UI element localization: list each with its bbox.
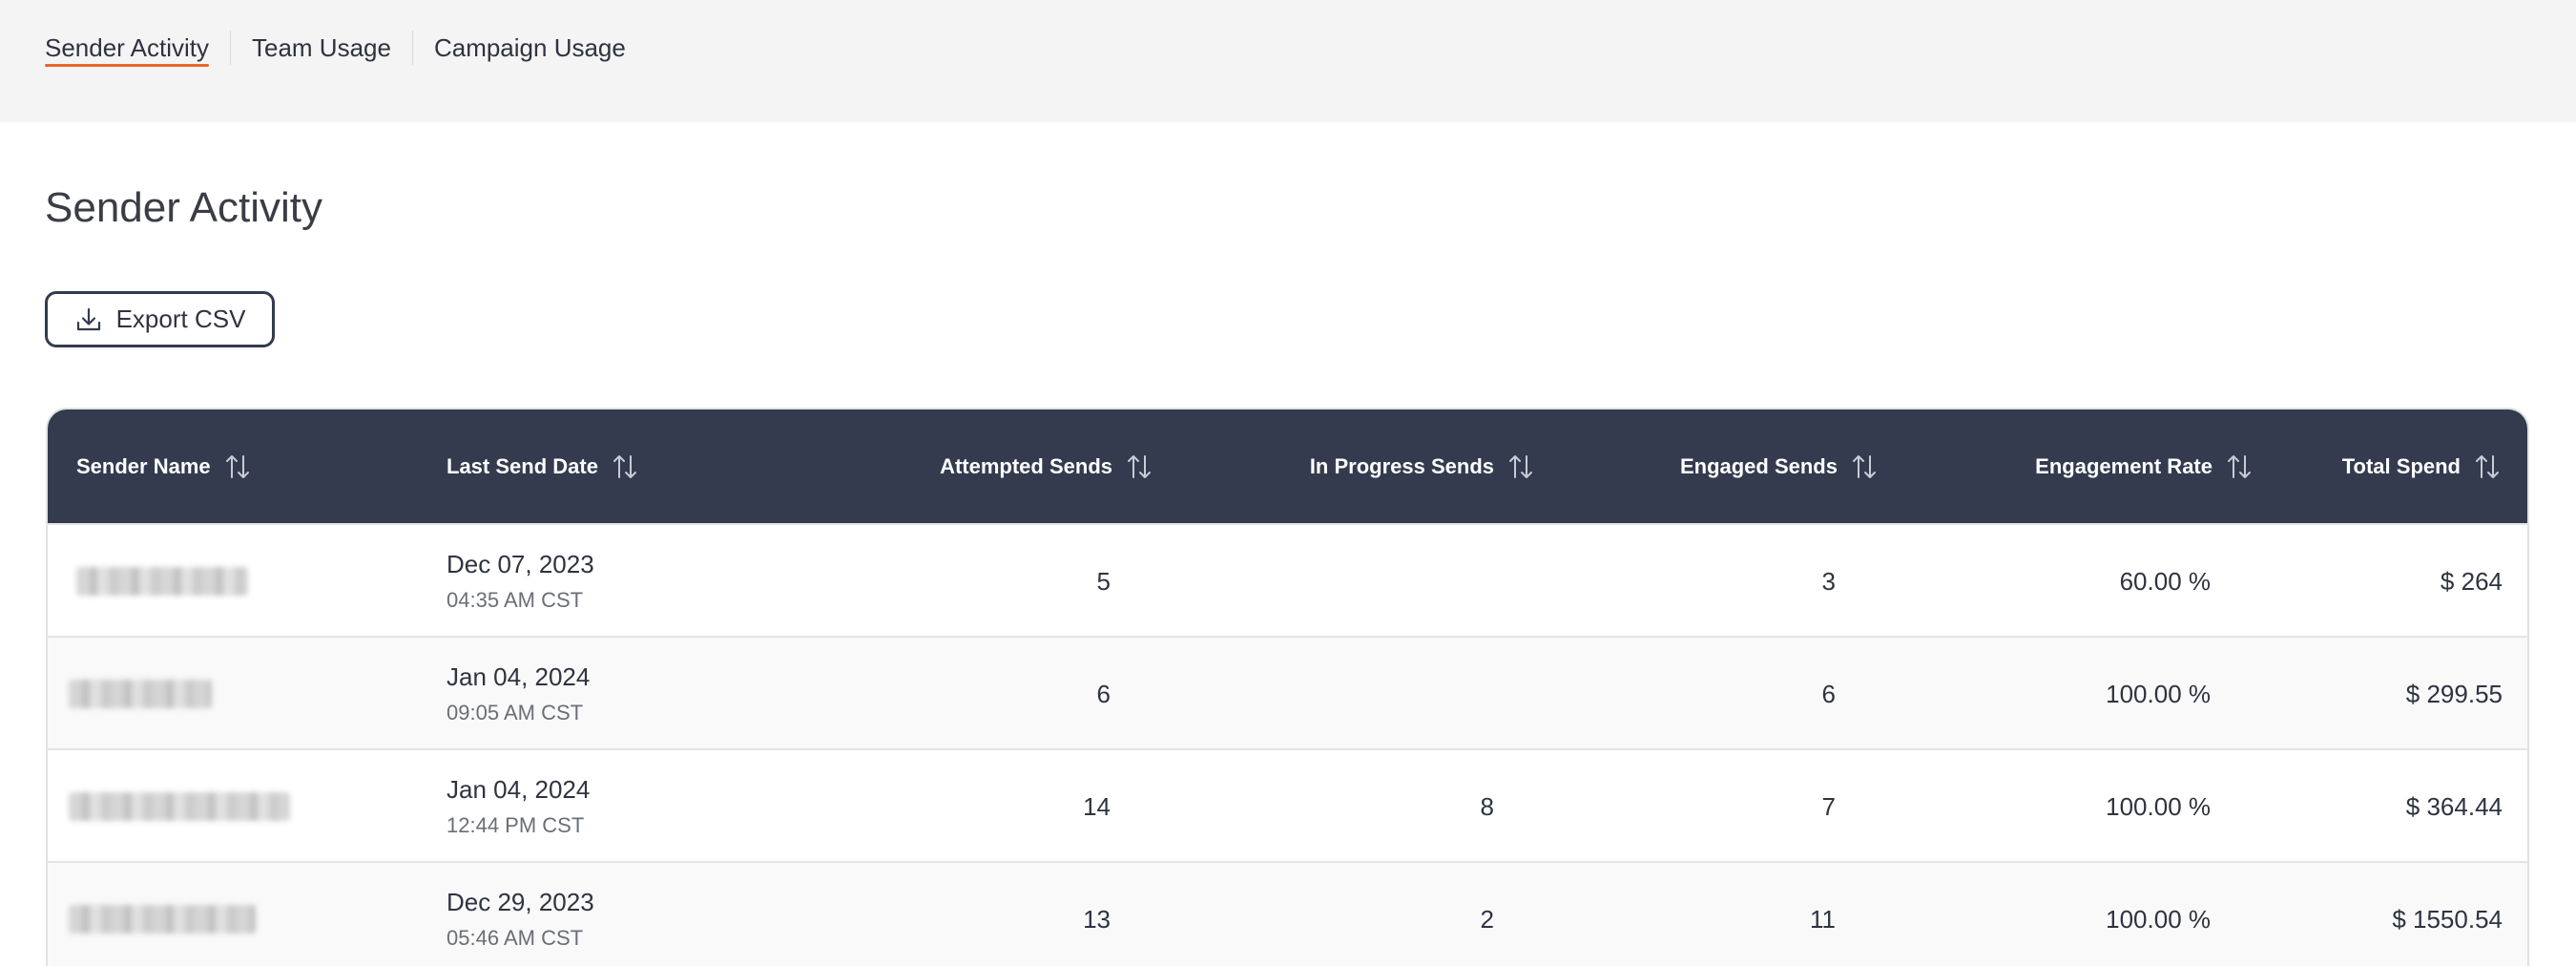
tab-divider xyxy=(229,31,231,65)
engaged-sends-cell: 6 xyxy=(1821,679,1836,708)
column-header-label: Sender Name xyxy=(76,453,211,478)
sort-arrows-icon xyxy=(225,454,249,478)
column-header-total-spend[interactable]: Total Spend xyxy=(2254,410,2503,523)
column-header-attempted-sends[interactable]: Attempted Sends xyxy=(792,410,1154,523)
send-date: Dec 29, 2023 xyxy=(447,888,594,916)
sender-activity-table: Sender Name Last Send Date Attempted Sen… xyxy=(46,408,2529,966)
send-time: 05:46 AM CST xyxy=(447,926,584,950)
tab-campaign-usage[interactable]: Campaign Usage xyxy=(434,27,626,69)
export-csv-button[interactable]: Export CSV xyxy=(45,291,275,347)
in-progress-sends-cell: 8 xyxy=(1480,791,1494,821)
attempted-sends-cell: 5 xyxy=(1096,566,1111,596)
send-date: Dec 07, 2023 xyxy=(447,550,594,578)
total-spend-cell: $ 1550.54 xyxy=(2392,904,2503,934)
table-header: Sender Name Last Send Date Attempted Sen… xyxy=(48,410,2527,523)
sort-arrows-icon xyxy=(1128,454,1151,478)
in-progress-sends-cell xyxy=(1154,525,1494,638)
export-csv-label: Export CSV xyxy=(115,304,246,333)
tab-divider xyxy=(411,31,413,65)
send-time: 04:35 AM CST xyxy=(447,588,584,612)
sender-name-redacted xyxy=(69,905,256,934)
tab-sender-activity[interactable]: Sender Activity xyxy=(45,27,209,69)
engagement-rate-cell: 100.00 % xyxy=(2106,904,2211,934)
send-date: Jan 04, 2024 xyxy=(447,775,591,804)
sort-arrows-icon xyxy=(2476,454,2499,478)
sender-name-redacted xyxy=(76,567,248,596)
sort-arrows-icon xyxy=(613,454,636,478)
attempted-sends-cell: 14 xyxy=(1083,791,1111,821)
engaged-sends-cell: 3 xyxy=(1821,566,1836,596)
sort-arrows-icon xyxy=(1509,454,1532,478)
in-progress-sends-cell: 2 xyxy=(1480,904,1494,934)
total-spend-cell: $ 364.44 xyxy=(2405,791,2503,821)
total-spend-cell: $ 299.55 xyxy=(2405,679,2503,708)
tab-team-usage[interactable]: Team Usage xyxy=(252,27,391,69)
send-date: Jan 04, 2024 xyxy=(447,662,591,691)
column-header-label: Engagement Rate xyxy=(2035,453,2212,478)
column-header-in-progress-sends[interactable]: In Progress Sends xyxy=(1154,410,1536,523)
engagement-rate-cell: 60.00 % xyxy=(2119,566,2211,596)
attempted-sends-cell: 13 xyxy=(1083,904,1111,934)
table-row: Jan 04, 2024 09:05 AM CST 6 6 100.00 % $… xyxy=(48,636,2527,748)
engaged-sends-cell: 11 xyxy=(1810,904,1836,934)
column-header-label: Last Send Date xyxy=(447,453,598,478)
column-header-sender-name[interactable]: Sender Name xyxy=(76,410,253,523)
last-send-date-cell: Dec 07, 2023 04:35 AM CST xyxy=(447,525,594,638)
download-icon xyxy=(76,307,100,330)
column-header-label: Engaged Sends xyxy=(1679,453,1838,478)
last-send-date-cell: Jan 04, 2024 09:05 AM CST xyxy=(447,638,590,750)
attempted-sends-cell: 6 xyxy=(1096,679,1111,708)
engagement-rate-cell: 100.00 % xyxy=(2106,679,2211,708)
sender-name-redacted xyxy=(69,792,290,821)
last-send-date-cell: Dec 29, 2023 05:46 AM CST xyxy=(447,863,594,966)
table-row: Dec 29, 2023 05:46 AM CST 13 2 11 100.00… xyxy=(48,861,2527,966)
last-send-date-cell: Jan 04, 2024 12:44 PM CST xyxy=(447,750,590,863)
table-row: Jan 04, 2024 12:44 PM CST 14 8 7 100.00 … xyxy=(48,748,2527,861)
column-header-last-send-date[interactable]: Last Send Date xyxy=(447,410,640,523)
sender-name-redacted xyxy=(69,680,212,708)
column-header-engagement-rate[interactable]: Engagement Rate xyxy=(1880,410,2254,523)
sort-arrows-icon xyxy=(1853,454,1876,478)
column-header-label: Total Spend xyxy=(2341,453,2461,478)
column-header-engaged-sends[interactable]: Engaged Sends xyxy=(1536,410,1880,523)
engagement-rate-cell: 100.00 % xyxy=(2106,791,2211,821)
table-row: Dec 07, 2023 04:35 AM CST 5 3 60.00 % $ … xyxy=(48,523,2527,636)
column-header-label: In Progress Sends xyxy=(1309,453,1494,478)
sort-arrows-icon xyxy=(2228,454,2251,478)
engaged-sends-cell: 7 xyxy=(1821,791,1836,821)
in-progress-sends-cell xyxy=(1154,638,1494,750)
total-spend-cell: $ 264 xyxy=(2440,566,2503,596)
send-time: 09:05 AM CST xyxy=(447,701,584,724)
column-header-label: Attempted Sends xyxy=(940,453,1112,478)
top-navigation-bar: Sender Activity Team Usage Campaign Usag… xyxy=(0,0,2576,122)
send-time: 12:44 PM CST xyxy=(447,813,585,837)
page-title: Sender Activity xyxy=(45,184,323,231)
report-tabs: Sender Activity Team Usage Campaign Usag… xyxy=(45,27,626,69)
